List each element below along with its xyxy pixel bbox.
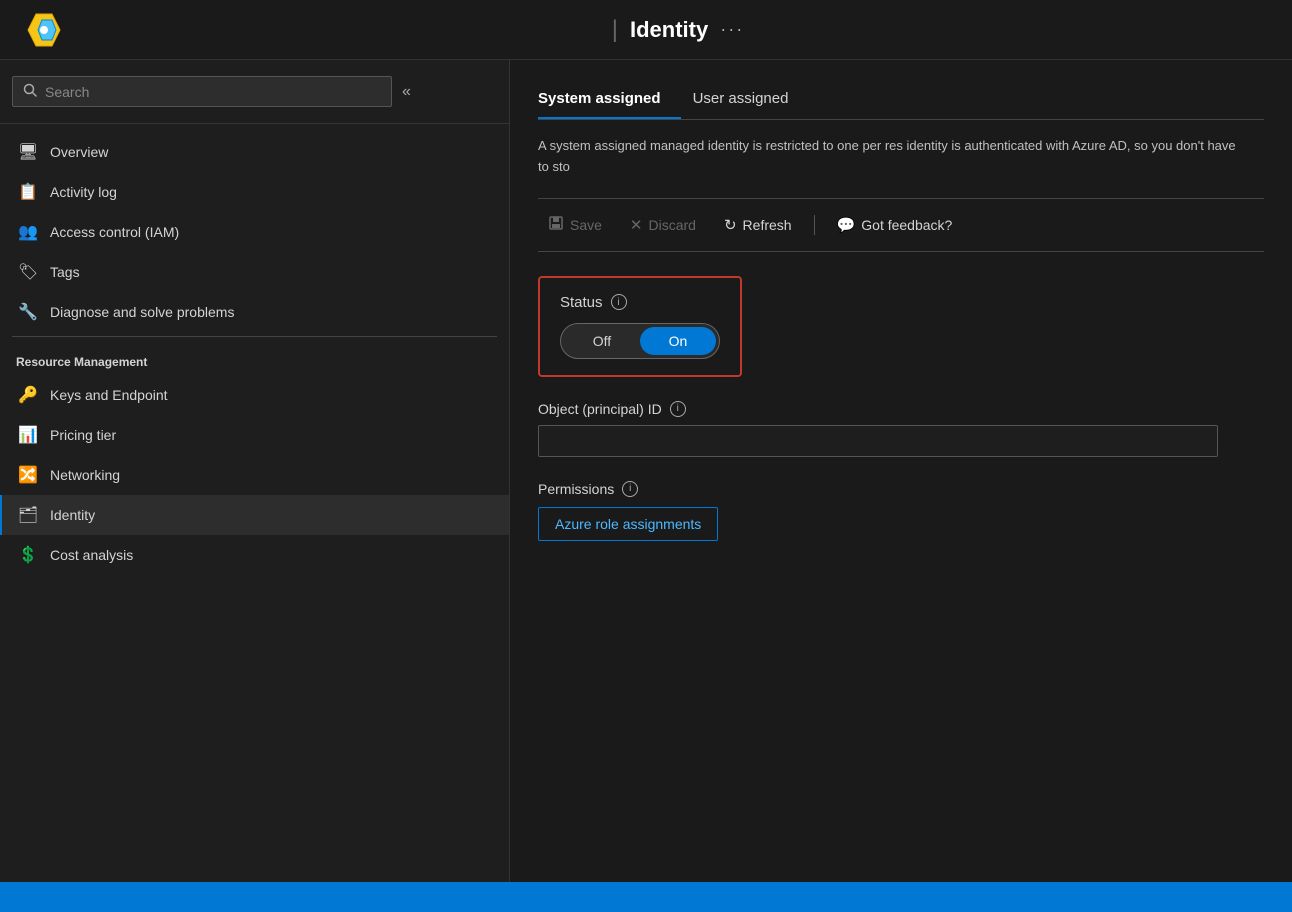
sidebar-item-label: Diagnose and solve problems bbox=[50, 304, 234, 320]
sidebar-item-label: Identity bbox=[50, 507, 95, 523]
object-id-label: Object (principal) ID bbox=[538, 401, 662, 417]
toggle-on[interactable]: On bbox=[640, 327, 716, 355]
activity-log-icon: 📋 bbox=[18, 182, 38, 202]
sidebar-item-label: Pricing tier bbox=[50, 427, 116, 443]
refresh-label: Refresh bbox=[743, 217, 792, 233]
content-area: System assigned User assigned A system a… bbox=[510, 60, 1292, 882]
tab-user-assigned[interactable]: User assigned bbox=[693, 80, 809, 119]
header-title-area: | Identity ··· bbox=[84, 16, 1272, 44]
toolbar-separator bbox=[814, 215, 815, 235]
sidebar-item-label: Overview bbox=[50, 144, 108, 160]
refresh-button[interactable]: ↻ Refresh bbox=[714, 210, 802, 240]
toggle-off[interactable]: Off bbox=[564, 327, 640, 355]
refresh-icon: ↻ bbox=[724, 216, 737, 234]
object-id-label-row: Object (principal) ID i bbox=[538, 401, 1264, 417]
header-divider: | bbox=[612, 16, 618, 44]
sidebar-item-overview[interactable]: 🖥 Overview bbox=[0, 132, 509, 172]
keys-icon: 🔑 bbox=[18, 385, 38, 405]
overview-icon: 🖥 bbox=[18, 142, 38, 162]
main-layout: « 🖥 Overview 📋 Activity log 👥 Access con… bbox=[0, 60, 1292, 882]
app-logo bbox=[20, 6, 68, 54]
diagnose-icon: 🔧 bbox=[18, 302, 38, 322]
resource-management-header: Resource Management bbox=[0, 341, 509, 375]
access-control-icon: 👥 bbox=[18, 222, 38, 242]
sidebar-item-keys-endpoint[interactable]: 🔑 Keys and Endpoint bbox=[0, 375, 509, 415]
permissions-label-row: Permissions i bbox=[538, 481, 1264, 497]
sidebar: « 🖥 Overview 📋 Activity log 👥 Access con… bbox=[0, 60, 510, 882]
sidebar-item-networking[interactable]: 🔀 Networking bbox=[0, 455, 509, 495]
description-text: A system assigned managed identity is re… bbox=[538, 136, 1238, 178]
status-toggle[interactable]: Off On bbox=[560, 323, 720, 359]
search-icon bbox=[23, 83, 37, 100]
sidebar-item-identity[interactable]: 🗂 Identity bbox=[0, 495, 509, 535]
status-info-icon[interactable]: i bbox=[611, 294, 627, 310]
sidebar-item-label: Cost analysis bbox=[50, 547, 133, 563]
more-options-button[interactable]: ··· bbox=[720, 19, 744, 40]
collapse-sidebar-button[interactable]: « bbox=[402, 83, 411, 101]
sidebar-item-label: Activity log bbox=[50, 184, 117, 200]
search-container: « bbox=[0, 60, 509, 124]
tags-icon: 🏷 bbox=[18, 262, 38, 282]
sidebar-item-cost-analysis[interactable]: 💲 Cost analysis bbox=[0, 535, 509, 575]
status-text: Status bbox=[560, 294, 603, 311]
discard-button[interactable]: ✕ Discard bbox=[620, 210, 706, 240]
identity-icon: 🗂 bbox=[18, 505, 38, 525]
save-label: Save bbox=[570, 217, 602, 233]
permissions-info-icon[interactable]: i bbox=[622, 481, 638, 497]
nav-items: 🖥 Overview 📋 Activity log 👥 Access contr… bbox=[0, 124, 509, 583]
sidebar-item-label: Access control (IAM) bbox=[50, 224, 179, 240]
search-row: « bbox=[12, 76, 497, 107]
header: | Identity ··· bbox=[0, 0, 1292, 60]
section-divider bbox=[12, 336, 497, 337]
search-box[interactable] bbox=[12, 76, 392, 107]
sidebar-item-label: Tags bbox=[50, 264, 80, 280]
sidebar-item-tags[interactable]: 🏷 Tags bbox=[0, 252, 509, 292]
object-id-input[interactable] bbox=[538, 425, 1218, 457]
sidebar-item-label: Networking bbox=[50, 467, 120, 483]
permissions-label: Permissions bbox=[538, 481, 614, 497]
content-inner: System assigned User assigned A system a… bbox=[510, 60, 1292, 585]
azure-role-assignments-button[interactable]: Azure role assignments bbox=[538, 507, 718, 541]
tabs: System assigned User assigned bbox=[538, 80, 1264, 120]
pricing-icon: 📊 bbox=[18, 425, 38, 445]
discard-label: Discard bbox=[649, 217, 696, 233]
feedback-label: Got feedback? bbox=[861, 217, 952, 233]
sidebar-item-diagnose[interactable]: 🔧 Diagnose and solve problems bbox=[0, 292, 509, 332]
discard-icon: ✕ bbox=[630, 216, 643, 234]
cost-icon: 💲 bbox=[18, 545, 38, 565]
tab-system-assigned[interactable]: System assigned bbox=[538, 80, 681, 119]
status-label-row: Status i bbox=[560, 294, 720, 311]
permissions-section: Permissions i Azure role assignments bbox=[538, 481, 1264, 541]
sidebar-item-access-control[interactable]: 👥 Access control (IAM) bbox=[0, 212, 509, 252]
toolbar: Save ✕ Discard ↻ Refresh 💬 Got feedback? bbox=[538, 198, 1264, 252]
sidebar-item-label: Keys and Endpoint bbox=[50, 387, 168, 403]
save-button[interactable]: Save bbox=[538, 209, 612, 241]
feedback-icon: 💬 bbox=[837, 216, 856, 234]
page-title: Identity bbox=[630, 17, 708, 43]
object-id-info-icon[interactable]: i bbox=[670, 401, 686, 417]
networking-icon: 🔀 bbox=[18, 465, 38, 485]
sidebar-item-pricing-tier[interactable]: 📊 Pricing tier bbox=[0, 415, 509, 455]
save-icon bbox=[548, 215, 564, 235]
object-id-section: Object (principal) ID i bbox=[538, 401, 1264, 457]
feedback-button[interactable]: 💬 Got feedback? bbox=[827, 210, 963, 240]
sidebar-item-activity-log[interactable]: 📋 Activity log bbox=[0, 172, 509, 212]
status-section: Status i Off On bbox=[538, 276, 742, 377]
bottom-bar bbox=[0, 882, 1292, 912]
search-input[interactable] bbox=[45, 84, 381, 100]
